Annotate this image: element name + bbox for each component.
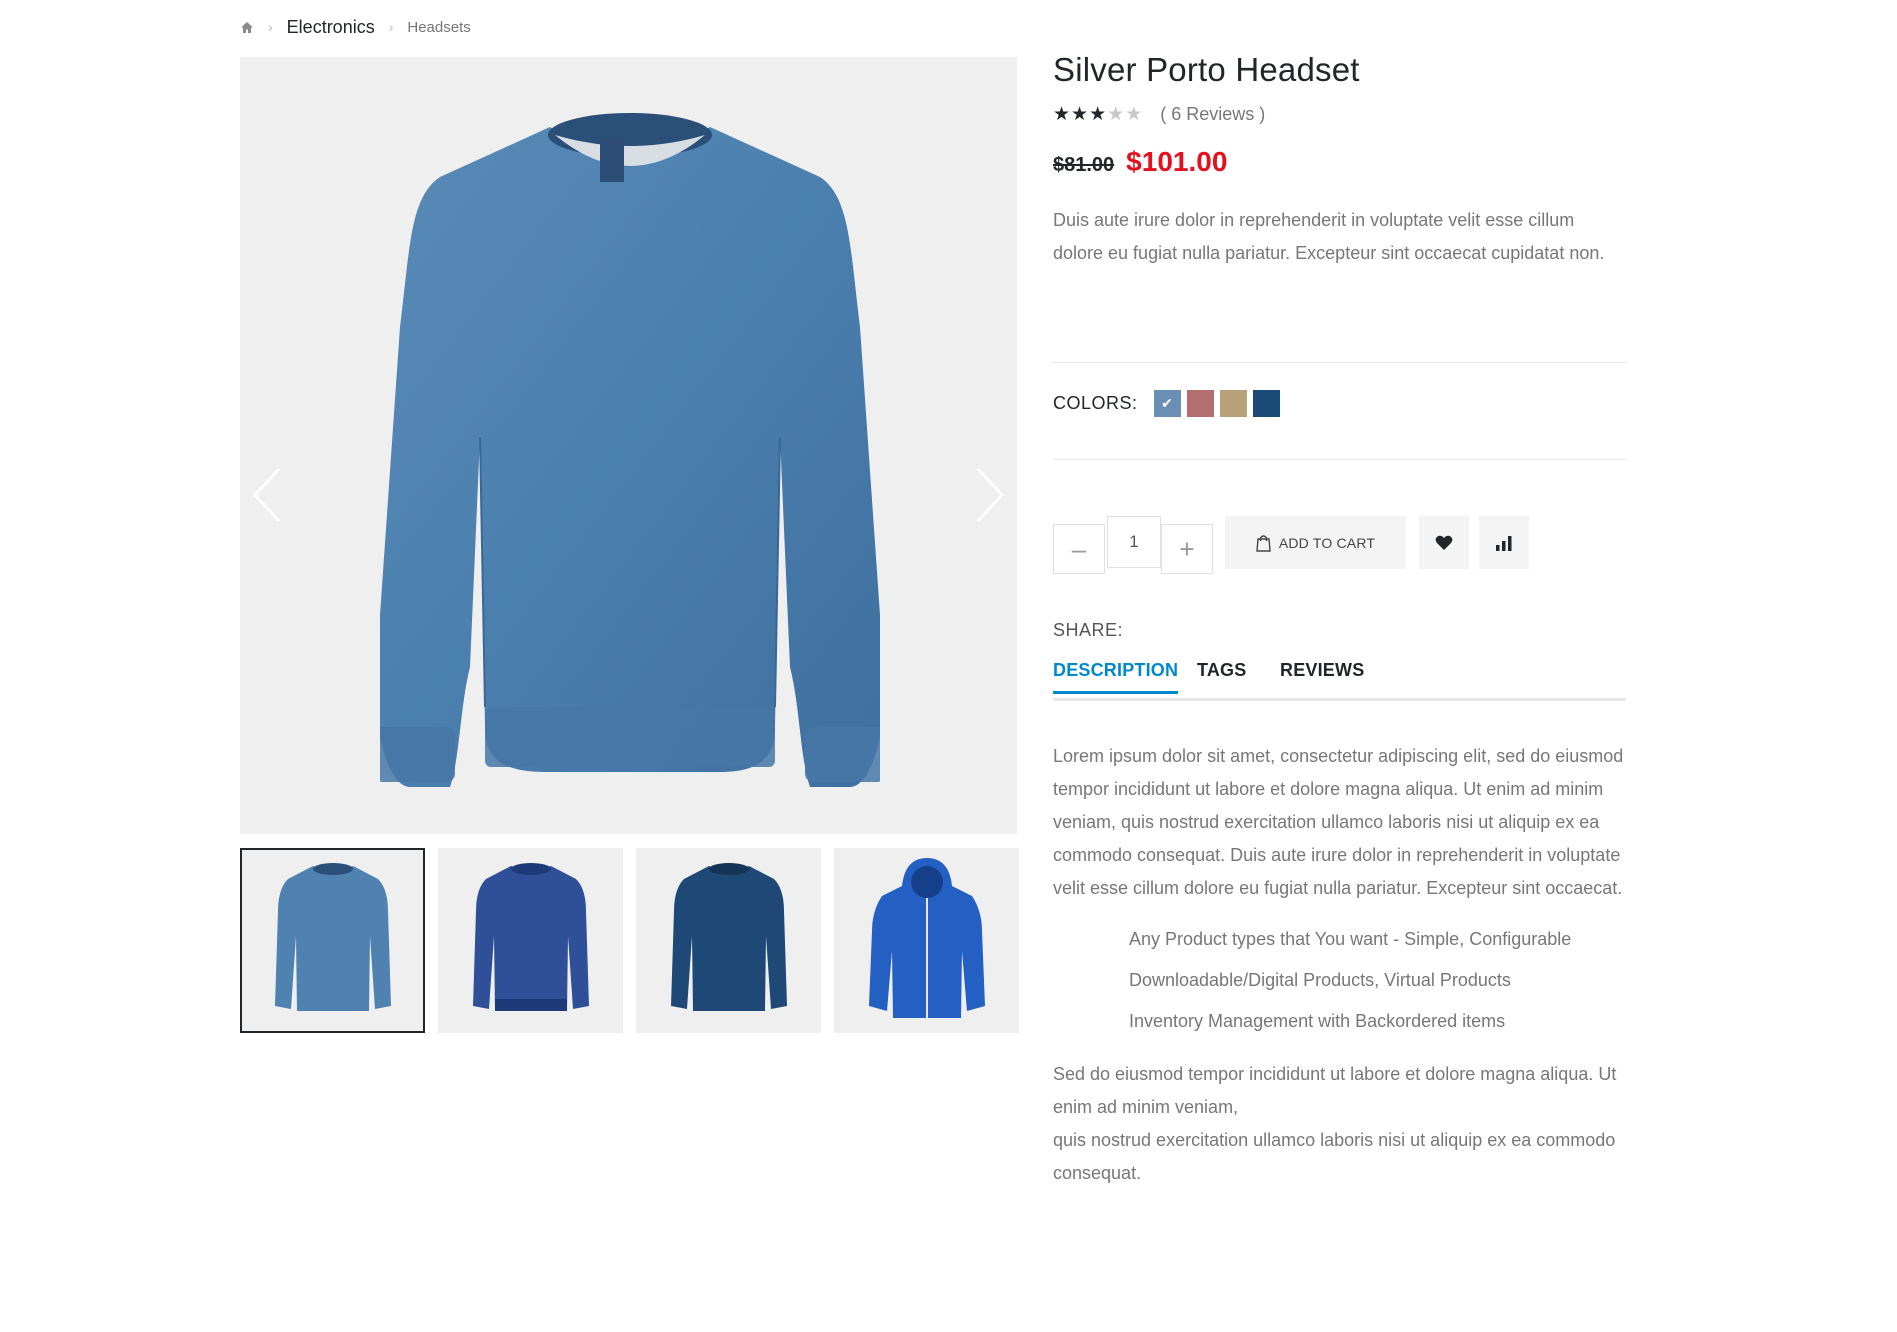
wishlist-button[interactable] [1419,516,1469,569]
color-swatch[interactable] [1219,390,1247,417]
color-swatch[interactable]: ✔ [1153,390,1181,417]
product-tabs: DESCRIPTION TAGS REVIEWS [1053,660,1626,701]
divider [1053,459,1626,460]
color-swatch[interactable] [1252,390,1280,417]
product-main-image[interactable] [240,57,1017,834]
thumbnail-blue-hoodie[interactable] [834,848,1019,1033]
heart-icon [1435,535,1453,550]
star-icon: ★ [1071,103,1089,125]
thumbnail-navy-sweater[interactable] [636,848,821,1033]
share-label: SHARE: [1053,620,1124,640]
color-swatch[interactable] [1186,390,1214,417]
star-icon: ★ [1053,103,1071,125]
thumbnail-royal-blue-sweater[interactable] [438,848,623,1033]
price-row: $81.00 $101.00 [1053,146,1626,178]
list-item: Inventory Management with Backordered it… [1129,1011,1506,1031]
quantity-decrease-button[interactable]: – [1053,524,1105,574]
chevron-right-icon: › [268,19,273,35]
star-icon: ★ [1107,103,1125,125]
description-line: quis nostrud exercitation ullamco labori… [1053,1130,1616,1183]
description-paragraph: Sed do eiusmod tempor incididunt ut labo… [1053,1058,1626,1190]
quantity-input[interactable] [1107,516,1161,568]
compare-button[interactable] [1479,516,1529,569]
chevron-right-icon: › [388,19,394,35]
chevron-left-icon[interactable] [252,467,282,528]
home-icon[interactable] [240,21,254,34]
tab-tags[interactable]: TAGS [1197,660,1246,691]
product-title: Silver Porto Headset [1053,51,1360,88]
old-price: $81.00 [1053,154,1115,176]
sweater-image [380,113,880,787]
shopping-bag-icon [1256,534,1271,552]
divider [1053,362,1626,363]
description-line: Sed do eiusmod tempor incididunt ut labo… [1053,1064,1617,1117]
rating-stars: ★ ★ ★ ★ ★ [1053,105,1142,124]
colors-label: COLORS: [1053,393,1138,413]
thumbnail-strip [240,848,1019,1033]
rating-row: ★ ★ ★ ★ ★ ( 6 Reviews ) [1053,104,1626,124]
list-item: Downloadable/Digital Products, Virtual P… [1129,970,1511,990]
add-to-cart-button[interactable]: ADD TO CART [1225,516,1406,569]
add-to-cart-label: ADD TO CART [1278,534,1376,551]
star-icon: ★ [1089,103,1107,125]
tab-reviews[interactable]: REVIEWS [1280,660,1364,691]
description-content: Lorem ipsum dolor sit amet, consectetur … [1053,740,1626,1190]
tab-description[interactable]: DESCRIPTION [1053,660,1179,694]
quantity-increase-button[interactable]: + [1161,524,1213,574]
description-paragraph: Lorem ipsum dolor sit amet, consectetur … [1053,746,1624,898]
star-icon: ★ [1125,103,1143,125]
feature-list: Any Product types that You want - Simple… [1053,919,1626,1042]
color-selector: COLORS: ✔ [1053,390,1286,417]
checkmark-icon: ✔ [1161,395,1173,411]
product-info: Silver Porto Headset ★ ★ ★ ★ ★ ( 6 Reviews )… [1053,50,1626,288]
sale-price: $101.00 [1126,146,1228,177]
reviews-link[interactable]: ( 6 Reviews ) [1160,104,1265,125]
bar-chart-icon [1496,535,1512,551]
breadcrumb-item-electronics[interactable]: Electronics [287,17,375,38]
breadcrumb: › Electronics › Headsets [240,14,471,40]
short-description: Duis aute irure dolor in reprehenderit i… [1053,210,1605,263]
thumbnail-light-blue-sweater[interactable] [240,848,425,1033]
chevron-right-icon[interactable] [975,467,1005,528]
breadcrumb-item-headsets: Headsets [407,18,471,36]
list-item: Any Product types that You want - Simple… [1129,929,1572,949]
color-swatches: ✔ [1153,390,1286,417]
